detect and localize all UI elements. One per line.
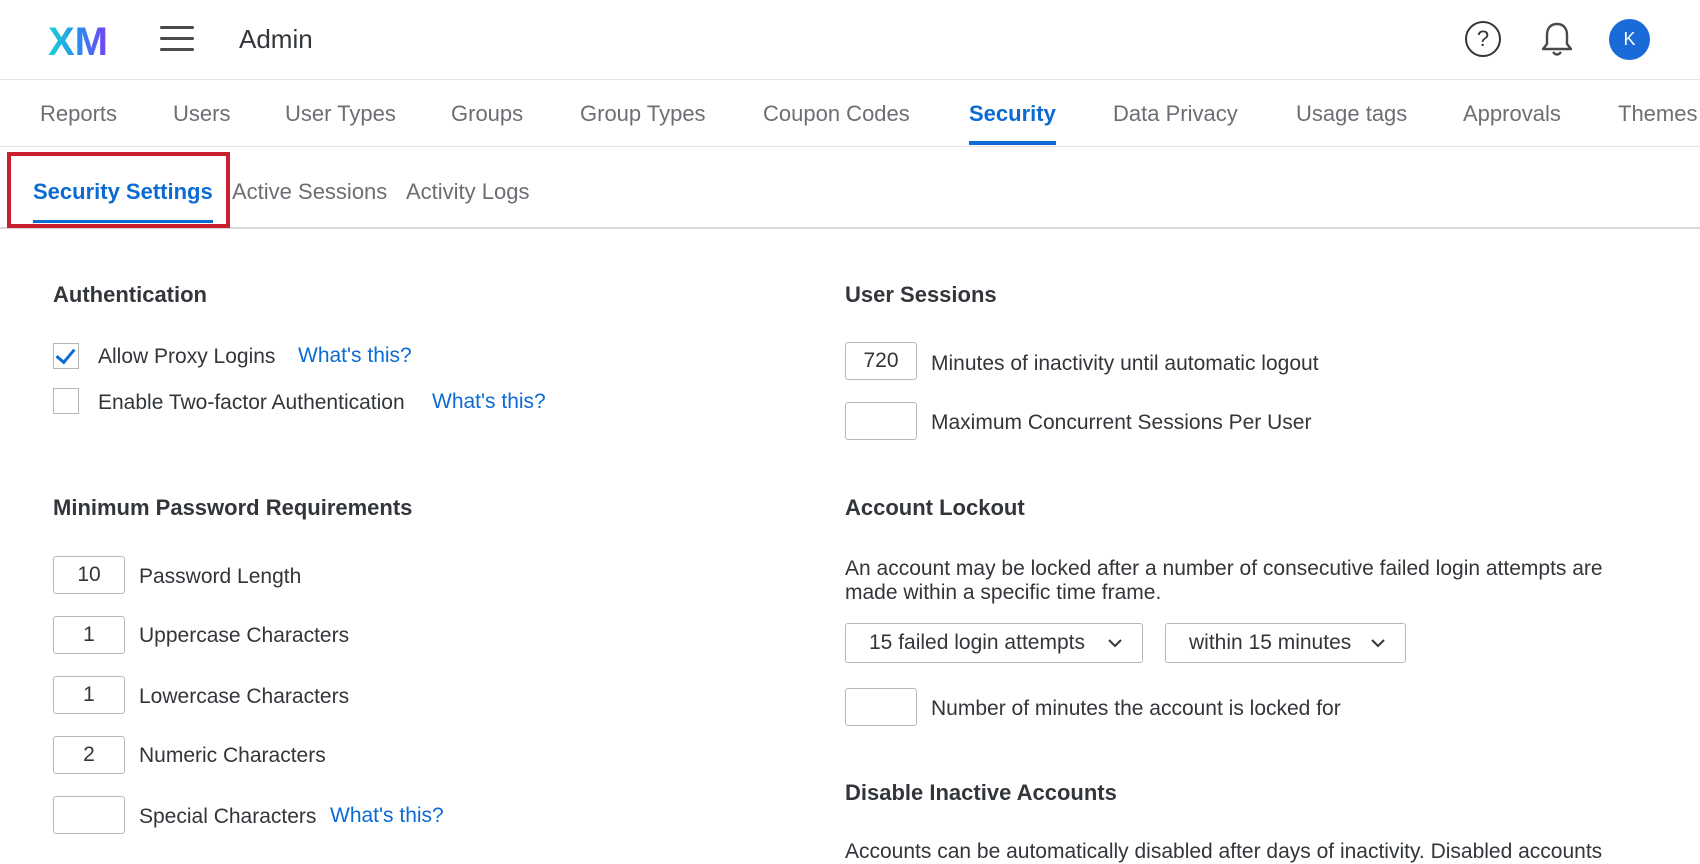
password-length-label: Password Length (139, 565, 302, 588)
nav-tab-usage-tags[interactable]: Usage tags (1296, 101, 1407, 145)
lowercase-label: Lowercase Characters (139, 685, 350, 708)
uppercase-input[interactable] (53, 616, 125, 654)
authentication-title: Authentication (53, 282, 207, 307)
allow-proxy-logins-label: Allow Proxy Logins (98, 345, 276, 368)
nav-tab-user-types[interactable]: User Types (285, 101, 396, 145)
lockout-minutes-label: Number of minutes the account is locked … (931, 697, 1341, 720)
app-title: Admin (239, 24, 313, 54)
chevron-down-icon (1371, 639, 1385, 648)
avatar[interactable]: K (1609, 19, 1650, 60)
disable-inactive-title: Disable Inactive Accounts (845, 780, 1117, 805)
disable-inactive-description: Accounts can be automatically disabled a… (845, 840, 1603, 863)
special-input[interactable] (53, 796, 125, 834)
tab-activity-logs[interactable]: Activity Logs (406, 179, 530, 223)
nav-tab-coupon-codes[interactable]: Coupon Codes (763, 101, 910, 145)
main-nav: Reports Users User Types Groups Group Ty… (0, 80, 1700, 147)
nav-tab-group-types[interactable]: Group Types (580, 101, 706, 145)
special-label: Special Characters (139, 805, 317, 828)
inactivity-minutes-label: Minutes of inactivity until automatic lo… (931, 352, 1319, 375)
two-factor-checkbox[interactable] (53, 388, 79, 414)
user-sessions-title: User Sessions (845, 282, 997, 307)
concurrent-sessions-input[interactable] (845, 402, 917, 440)
time-window-dropdown[interactable]: within 15 minutes (1165, 623, 1406, 663)
time-window-value: within 15 minutes (1189, 631, 1352, 654)
uppercase-label: Uppercase Characters (139, 624, 350, 647)
inactivity-minutes-input[interactable] (845, 342, 917, 380)
nav-tab-users[interactable]: Users (173, 101, 230, 145)
nav-tab-approvals[interactable]: Approvals (1463, 101, 1561, 145)
nav-tab-data-privacy[interactable]: Data Privacy (1113, 101, 1238, 145)
numeric-input[interactable] (53, 736, 125, 774)
two-factor-label: Enable Two-factor Authentication (98, 391, 405, 414)
bell-icon[interactable] (1539, 20, 1575, 58)
tab-active-sessions[interactable]: Active Sessions (232, 179, 387, 223)
lowercase-input[interactable] (53, 676, 125, 714)
failed-attempts-value: 15 failed login attempts (869, 631, 1085, 654)
svg-text:XM: XM (48, 20, 108, 58)
sub-nav: Security Settings Active Sessions Activi… (0, 147, 1700, 229)
help-icon[interactable]: ? (1465, 21, 1501, 57)
account-lockout-title: Account Lockout (845, 495, 1025, 520)
proxy-whats-this-link[interactable]: What's this? (298, 344, 412, 368)
top-bar: XM Admin ? K (0, 0, 1700, 80)
two-factor-whats-this-link[interactable]: What's this? (432, 390, 546, 414)
failed-attempts-dropdown[interactable]: 15 failed login attempts (845, 623, 1143, 663)
menu-icon[interactable] (160, 26, 194, 52)
nav-tab-themes[interactable]: Themes (1618, 101, 1697, 145)
concurrent-sessions-label: Maximum Concurrent Sessions Per User (931, 411, 1312, 434)
nav-tab-groups[interactable]: Groups (451, 101, 523, 145)
lockout-minutes-input[interactable] (845, 688, 917, 726)
password-length-input[interactable] (53, 556, 125, 594)
chevron-down-icon (1108, 639, 1122, 648)
password-requirements-title: Minimum Password Requirements (53, 495, 413, 520)
xm-logo[interactable]: XM (48, 20, 110, 58)
highlight-box (7, 152, 230, 228)
allow-proxy-logins-checkbox[interactable] (53, 343, 79, 369)
nav-tab-security[interactable]: Security (969, 101, 1056, 145)
nav-tab-reports[interactable]: Reports (40, 101, 117, 145)
account-lockout-description: An account may be locked after a number … (845, 557, 1603, 604)
numeric-label: Numeric Characters (139, 744, 326, 767)
special-whats-this-link[interactable]: What's this? (330, 804, 444, 828)
